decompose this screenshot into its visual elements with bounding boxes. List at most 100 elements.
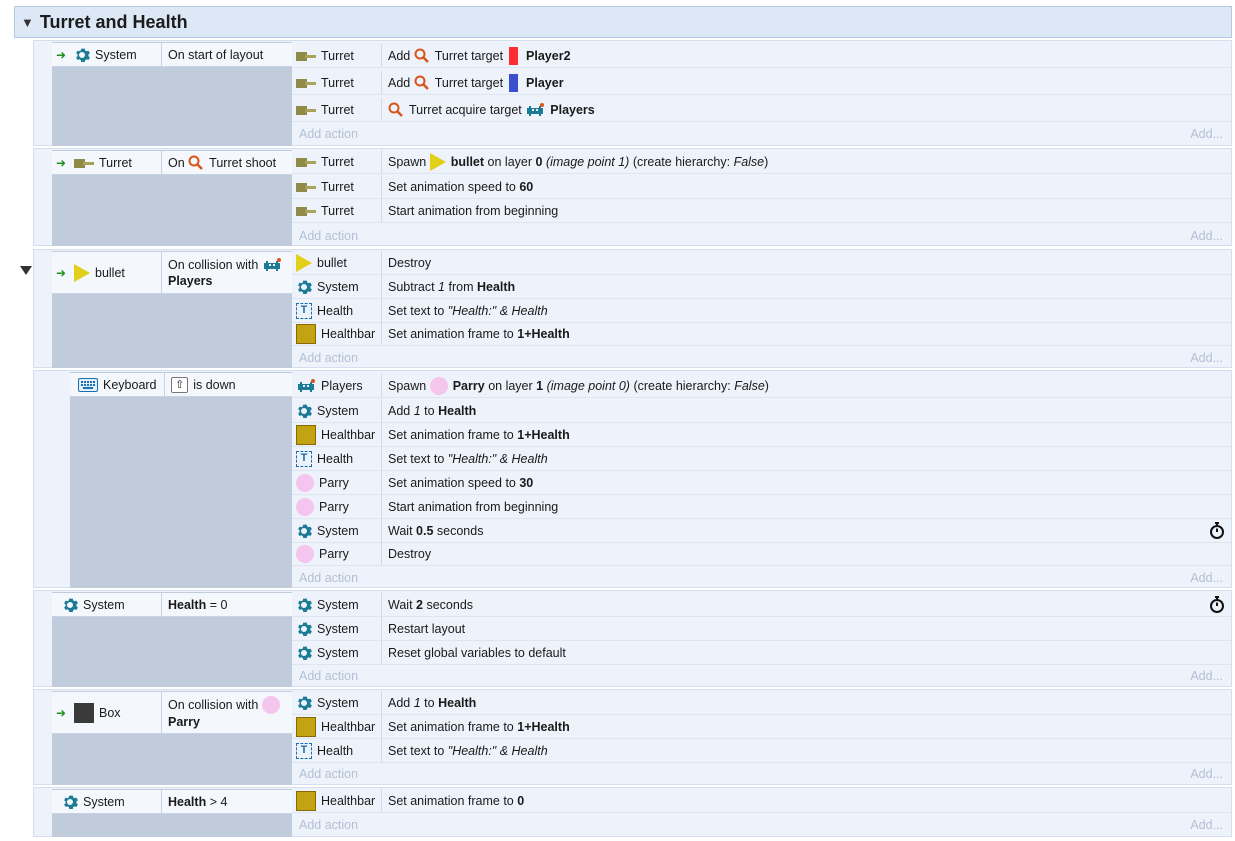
condition-object[interactable]: Box [70,692,162,733]
condition[interactable]: ➜ Box On collision with Parry [52,692,292,734]
add-action-row[interactable]: Add action Add... [292,763,1231,785]
add-action-row[interactable]: Add action Add... [292,567,1231,589]
condition-object[interactable]: Keyboard [70,373,165,396]
add-link[interactable]: Add... [1190,127,1223,141]
add-action-link[interactable]: Add action [299,351,358,365]
action-object[interactable]: Turret [292,175,382,198]
action[interactable]: Parry Set animation speed to 30 [292,471,1231,495]
action-object[interactable]: Turret [292,199,382,222]
add-action-link[interactable]: Add action [299,229,358,243]
add-action-link[interactable]: Add action [299,818,358,832]
condition[interactable]: System Health > 4 [52,790,292,814]
action-object[interactable]: Turret [292,44,382,67]
add-action-link[interactable]: Add action [299,127,358,141]
action-object[interactable]: System [292,691,382,714]
action[interactable]: Healthbar Set animation frame to 1+Healt… [292,423,1231,447]
action[interactable]: Turret Add Turret target Player [292,71,1231,95]
action-object[interactable]: System [292,275,382,298]
action-object[interactable]: System [292,617,382,640]
action-object[interactable]: Turret [292,150,382,173]
add-action-link[interactable]: Add action [299,571,358,585]
action-object[interactable]: Parry [292,495,382,518]
condition[interactable]: ➜ Turret On Turret shoot [52,151,292,175]
action-object[interactable]: Players [292,374,382,397]
condition-object[interactable]: bullet [70,252,162,293]
action[interactable]: T Health Set text to "Health:" & Health [292,739,1231,763]
action[interactable]: Parry Start animation from beginning [292,495,1231,519]
action-object[interactable]: T Health [292,739,382,762]
add-link[interactable]: Add... [1190,229,1223,243]
action-object[interactable]: Healthbar [292,322,382,345]
add-link[interactable]: Add... [1190,818,1223,832]
condition[interactable]: ➜ bullet On collision with Players [52,252,292,294]
action-object[interactable]: System [292,593,382,616]
condition-object[interactable]: Turret [70,151,162,174]
condition-area[interactable]: ➜ System On start of layout [52,42,292,146]
action[interactable]: Turret Add Turret target Player2 [292,44,1231,68]
condition-area[interactable]: ➜ bullet On collision with Players [52,251,292,368]
add-action-row[interactable]: Add action Add... [292,665,1231,687]
action[interactable]: System Wait 0.5 seconds [292,519,1231,543]
action-object[interactable]: Turret [292,71,382,94]
action-object[interactable]: T Health [292,299,382,322]
condition[interactable]: System Health = 0 [52,593,292,617]
action[interactable]: System Reset global variables to default [292,641,1231,665]
action[interactable]: Parry Destroy [292,542,1231,566]
condition[interactable]: Keyboard ⇧ is down [70,373,292,397]
action-object[interactable]: Healthbar [292,715,382,738]
action[interactable]: T Health Set text to "Health:" & Health [292,447,1231,471]
action[interactable]: T Health Set text to "Health:" & Health [292,299,1231,323]
event-block: ➜ Box On collision with Parry System Add… [33,689,1232,785]
event-collapse-icon[interactable] [20,266,32,275]
action[interactable]: Turret Spawn bullet on layer 0 (image po… [292,150,1231,174]
action[interactable]: Turret Start animation from beginning [292,199,1231,223]
add-link[interactable]: Add... [1190,767,1223,781]
action[interactable]: Players Spawn Parry on layer 1 (image po… [292,374,1231,398]
action[interactable]: System Add 1 to Health [292,691,1231,715]
add-action-row[interactable]: Add action Add... [292,123,1231,145]
condition-area[interactable]: Keyboard ⇧ is down [70,372,292,588]
group-collapse-icon[interactable]: ▼ [21,15,34,30]
action-object[interactable]: Healthbar [292,789,382,812]
action-object[interactable]: System [292,641,382,664]
action[interactable]: bullet Destroy [292,251,1231,275]
add-link[interactable]: Add... [1190,669,1223,683]
condition-object[interactable]: System [52,593,162,616]
action-object[interactable]: Parry [292,542,382,565]
condition-object[interactable]: System [70,43,162,66]
add-action-row[interactable]: Add action Add... [292,814,1231,836]
action-object[interactable]: bullet [292,251,382,274]
action-object[interactable]: Healthbar [292,423,382,446]
action-object[interactable]: T Health [292,447,382,470]
action[interactable]: System Restart layout [292,617,1231,641]
turret-behavior-icon [388,102,403,117]
action[interactable]: Healthbar Set animation frame to 1+Healt… [292,715,1231,739]
action[interactable]: System Subtract 1 from Health [292,275,1231,299]
action-object[interactable]: Turret [292,98,382,121]
action-object[interactable]: System [292,519,382,542]
action-text: Add Turret target Player2 [388,46,571,65]
action[interactable]: System Wait 2 seconds [292,593,1231,617]
add-action-row[interactable]: Add action Add... [292,347,1231,369]
action[interactable]: Healthbar Set animation frame to 1+Healt… [292,322,1231,346]
action[interactable]: Healthbar Set animation frame to 0 [292,789,1231,813]
add-action-link[interactable]: Add action [299,767,358,781]
add-link[interactable]: Add... [1190,351,1223,365]
action[interactable]: Turret Set animation speed to 60 [292,175,1231,199]
condition-area[interactable]: System Health > 4 [52,789,292,837]
healthbar-icon [296,323,316,344]
add-link[interactable]: Add... [1190,571,1223,585]
condition-area[interactable]: ➜ Box On collision with Parry [52,691,292,785]
action[interactable]: Turret Turret acquire target Players [292,98,1231,122]
add-action-link[interactable]: Add action [299,669,358,683]
condition-area[interactable]: ➜ Turret On Turret shoot [52,150,292,246]
event-group-header[interactable]: ▼ Turret and Health [14,6,1232,38]
condition-object[interactable]: System [52,790,162,813]
condition-area[interactable]: System Health = 0 [52,592,292,687]
action-object[interactable]: Parry [292,471,382,494]
action-object[interactable]: System [292,399,382,422]
add-action-row[interactable]: Add action Add... [292,225,1231,247]
condition[interactable]: ➜ System On start of layout [52,43,292,67]
action[interactable]: System Add 1 to Health [292,399,1231,423]
box-icon [74,702,94,723]
